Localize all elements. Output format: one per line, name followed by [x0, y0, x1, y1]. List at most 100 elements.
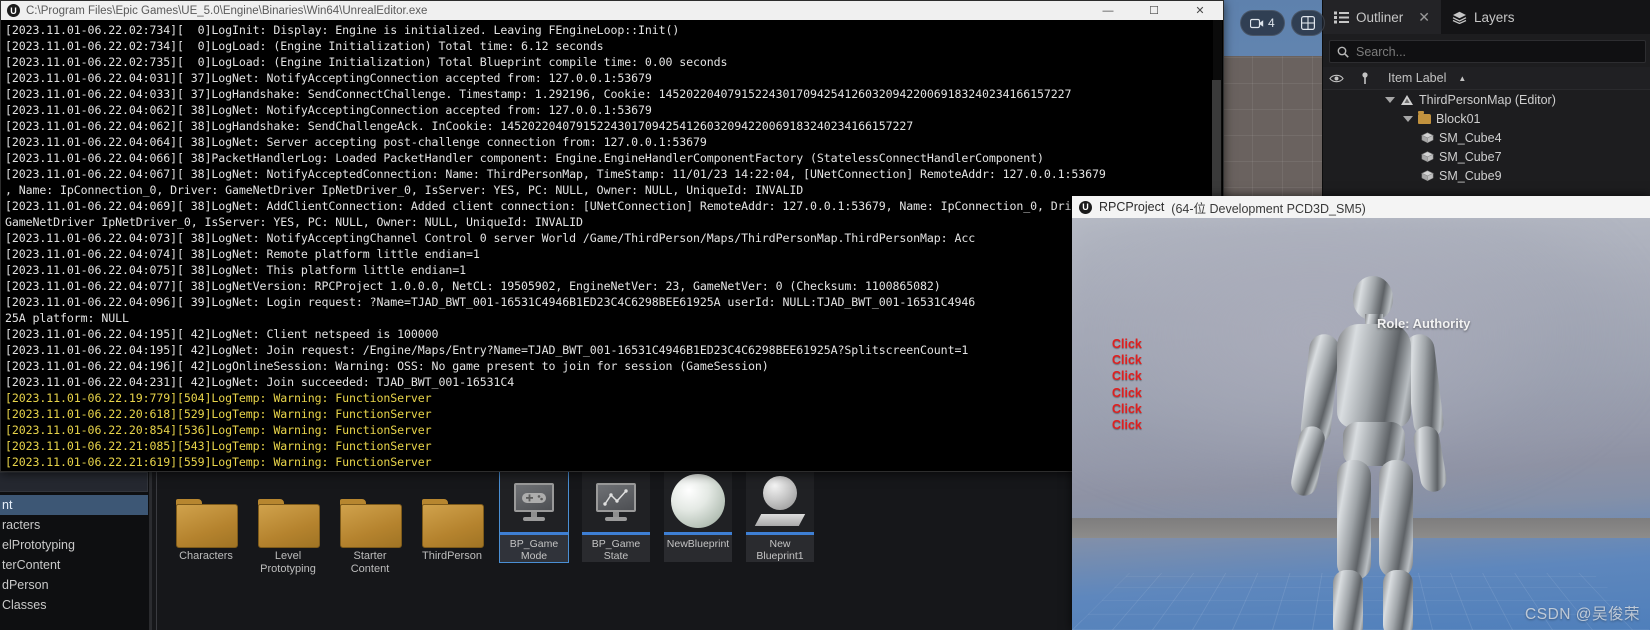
console-log-line: GameNetDriver IpNetDriver_0, IsServer: Y…	[5, 215, 583, 229]
folder-icon	[1418, 110, 1431, 124]
folder-thumbnail	[329, 470, 411, 550]
layers-icon	[1452, 11, 1467, 24]
console-log-line: , Name: IpConnection_0, Driver: GameNetD…	[5, 183, 804, 197]
console-log-line: [2023.11.01-06.22.02:734][ 0]LogInit: Di…	[5, 23, 680, 37]
blueprint-card[interactable]: NewBlueprint	[664, 470, 732, 562]
folder-thumbnail	[165, 470, 247, 550]
world-icon	[1401, 94, 1413, 105]
outliner-row-label: ThirdPersonMap (Editor)	[1419, 92, 1556, 107]
console-log-line: [2023.11.01-06.22.04:231][ 42]LogNet: Jo…	[5, 375, 515, 389]
content-source-item[interactable]: terContent	[0, 555, 148, 575]
graph-monitor-icon	[596, 483, 636, 521]
outliner-row[interactable]: Block01	[1323, 109, 1650, 128]
asset-grid: Characters Level Prototyping Starter Conte…	[165, 469, 821, 628]
blueprint-card[interactable]: New Blueprint1	[746, 470, 814, 562]
asset-label: NewBlueprint	[666, 538, 730, 550]
expand-arrow-icon[interactable]	[1403, 115, 1413, 122]
console-log-output[interactable]: [2023.11.01-06.22.02:734][ 0]LogInit: Di…	[1, 20, 1223, 471]
content-source-item[interactable]: elPrototyping	[0, 535, 148, 555]
panel-divider[interactable]	[150, 470, 152, 630]
hud-click-text: Click	[1112, 353, 1142, 368]
minimize-button[interactable]: —	[1085, 1, 1131, 20]
game-viewport[interactable]: Click Click Click Click Click Click Role: Aut…	[1072, 218, 1650, 630]
content-source-item[interactable]: nt	[0, 495, 148, 515]
tab-outliner[interactable]: Outliner ✕	[1323, 0, 1442, 34]
outliner-row[interactable]: SM_Cube4	[1323, 128, 1650, 147]
asset-blueprint[interactable]: New Blueprint1	[739, 470, 821, 628]
asset-folder[interactable]: Level Prototyping	[247, 470, 329, 628]
sphere-icon	[671, 474, 725, 528]
outliner-item-label-header[interactable]: Item Label	[1388, 71, 1446, 85]
close-icon[interactable]: ✕	[1418, 9, 1430, 26]
folder-icon	[176, 499, 238, 548]
maximize-button[interactable]: ☐	[1131, 1, 1177, 20]
asset-label: Starter Content	[350, 550, 390, 575]
game-window-subtitle: (64-位 Development PCD3D_SM5)	[1171, 201, 1366, 216]
console-scrollbar-thumb[interactable]	[1212, 80, 1221, 200]
static-mesh-icon	[1421, 131, 1434, 143]
console-log-line: [2023.11.01-06.22.04:033][ 37]LogHandsha…	[5, 87, 1072, 101]
console-log-line: [2023.11.01-06.22.04:031][ 37]LogNet: No…	[5, 71, 652, 85]
outliner-search-input[interactable]: Search...	[1329, 40, 1646, 63]
expand-arrow-icon[interactable]	[1385, 96, 1395, 103]
asset-blueprint[interactable]: BP_Game State	[575, 470, 657, 628]
camera-count-button[interactable]: 4	[1240, 10, 1285, 36]
camera-count-label: 4	[1268, 16, 1275, 30]
console-log-line: [2023.11.01-06.22.04:069][ 38]LogNet: Ad…	[5, 199, 1099, 213]
content-source-item[interactable]: dPerson	[0, 575, 148, 595]
sort-ascending-icon: ▲	[1458, 73, 1467, 83]
console-log-line: [2023.11.01-06.22.20:854][536]LogTemp: W…	[5, 423, 432, 437]
content-source-item[interactable]: racters	[0, 515, 148, 535]
asset-label: BP_Game State	[591, 538, 641, 562]
asset-label: ThirdPerson	[422, 550, 482, 562]
hud-click-messages: Click Click Click Click Click Click	[1112, 336, 1142, 433]
console-title-bar[interactable]: U C:\Program Files\Epic Games\UE_5.0\Eng…	[1, 1, 1223, 20]
asset-folder[interactable]: Starter Content	[329, 470, 411, 628]
console-title-text: C:\Program Files\Epic Games\UE_5.0\Engin…	[26, 4, 428, 17]
outliner-search-placeholder: Search...	[1356, 44, 1407, 59]
console-log-line: [2023.11.01-06.22.21:085][543]LogTemp: W…	[5, 439, 432, 453]
hud-click-text: Click	[1112, 337, 1142, 351]
close-button[interactable]: ✕	[1177, 1, 1223, 20]
outliner-row[interactable]: ThirdPersonMap (Editor)	[1323, 90, 1650, 109]
hud-role-label: Role: Authority	[1377, 316, 1471, 331]
outliner-tab-strip: Outliner ✕ Layers	[1323, 0, 1650, 34]
hud-click-text: Click	[1112, 369, 1142, 384]
outliner-row[interactable]: SM_Cube7	[1323, 147, 1650, 166]
content-sources-tree: nt racters elPrototyping terContent dPerson C…	[0, 495, 148, 615]
asset-blueprint[interactable]: NewBlueprint	[657, 470, 739, 628]
tab-outliner-label: Outliner	[1356, 9, 1404, 25]
viewport-layout-button[interactable]	[1290, 10, 1325, 36]
console-log-line: [2023.11.01-06.22.04:195][ 42]LogNet: Jo…	[5, 343, 969, 357]
console-log-line: [2023.11.01-06.22.20:618][529]LogTemp: W…	[5, 407, 432, 421]
console-log-line: [2023.11.01-06.22.04:067][ 38]LogNet: No…	[5, 167, 1106, 181]
asset-label: Characters	[179, 550, 233, 562]
asset-folder[interactable]: Characters	[165, 470, 247, 628]
screen-root: 4 Outliner ✕ Layers Search... Item Label…	[0, 0, 1650, 630]
outliner-row-label: SM_Cube9	[1439, 168, 1502, 183]
game-window-title-bar[interactable]: U RPCProject (64-位 Development PCD3D_SM5…	[1072, 196, 1650, 218]
pin-icon[interactable]	[1360, 71, 1370, 85]
console-log-line: 25A platform: NULL	[5, 311, 129, 325]
console-log-line: [2023.11.01-06.22.04:075][ 38]LogNet: Th…	[5, 263, 466, 277]
game-window: U RPCProject (64-位 Development PCD3D_SM5…	[1072, 196, 1650, 630]
content-source-item[interactable]: Classes	[0, 595, 148, 615]
blueprint-thumbnail	[500, 470, 568, 532]
blueprint-card[interactable]: BP_Game State	[582, 470, 650, 562]
console-log-line: [2023.11.01-06.22.02:735][ 0]LogLoad: (E…	[5, 55, 728, 69]
folder-icon	[340, 499, 402, 548]
tab-layers[interactable]: Layers	[1441, 0, 1526, 34]
hud-click-text: Click	[1112, 401, 1142, 416]
asset-blueprint[interactable]: BP_Game Mode	[493, 469, 575, 628]
outliner-row-label: SM_Cube4	[1439, 130, 1502, 145]
asset-label: New Blueprint1	[756, 538, 804, 562]
blueprint-card[interactable]: BP_Game Mode	[499, 469, 569, 563]
content-sources-search[interactable]	[0, 472, 148, 492]
console-log-line: [2023.11.01-06.22.04:096][ 39]LogNet: Lo…	[5, 295, 976, 309]
console-log-line: [2023.11.01-06.22.04:077][ 38]LogNetVers…	[5, 279, 941, 293]
eye-icon[interactable]	[1329, 73, 1344, 84]
search-icon	[1337, 46, 1349, 58]
folder-icon	[422, 499, 484, 548]
asset-folder[interactable]: ThirdPerson	[411, 470, 493, 628]
outliner-row[interactable]: SM_Cube9	[1323, 166, 1650, 185]
